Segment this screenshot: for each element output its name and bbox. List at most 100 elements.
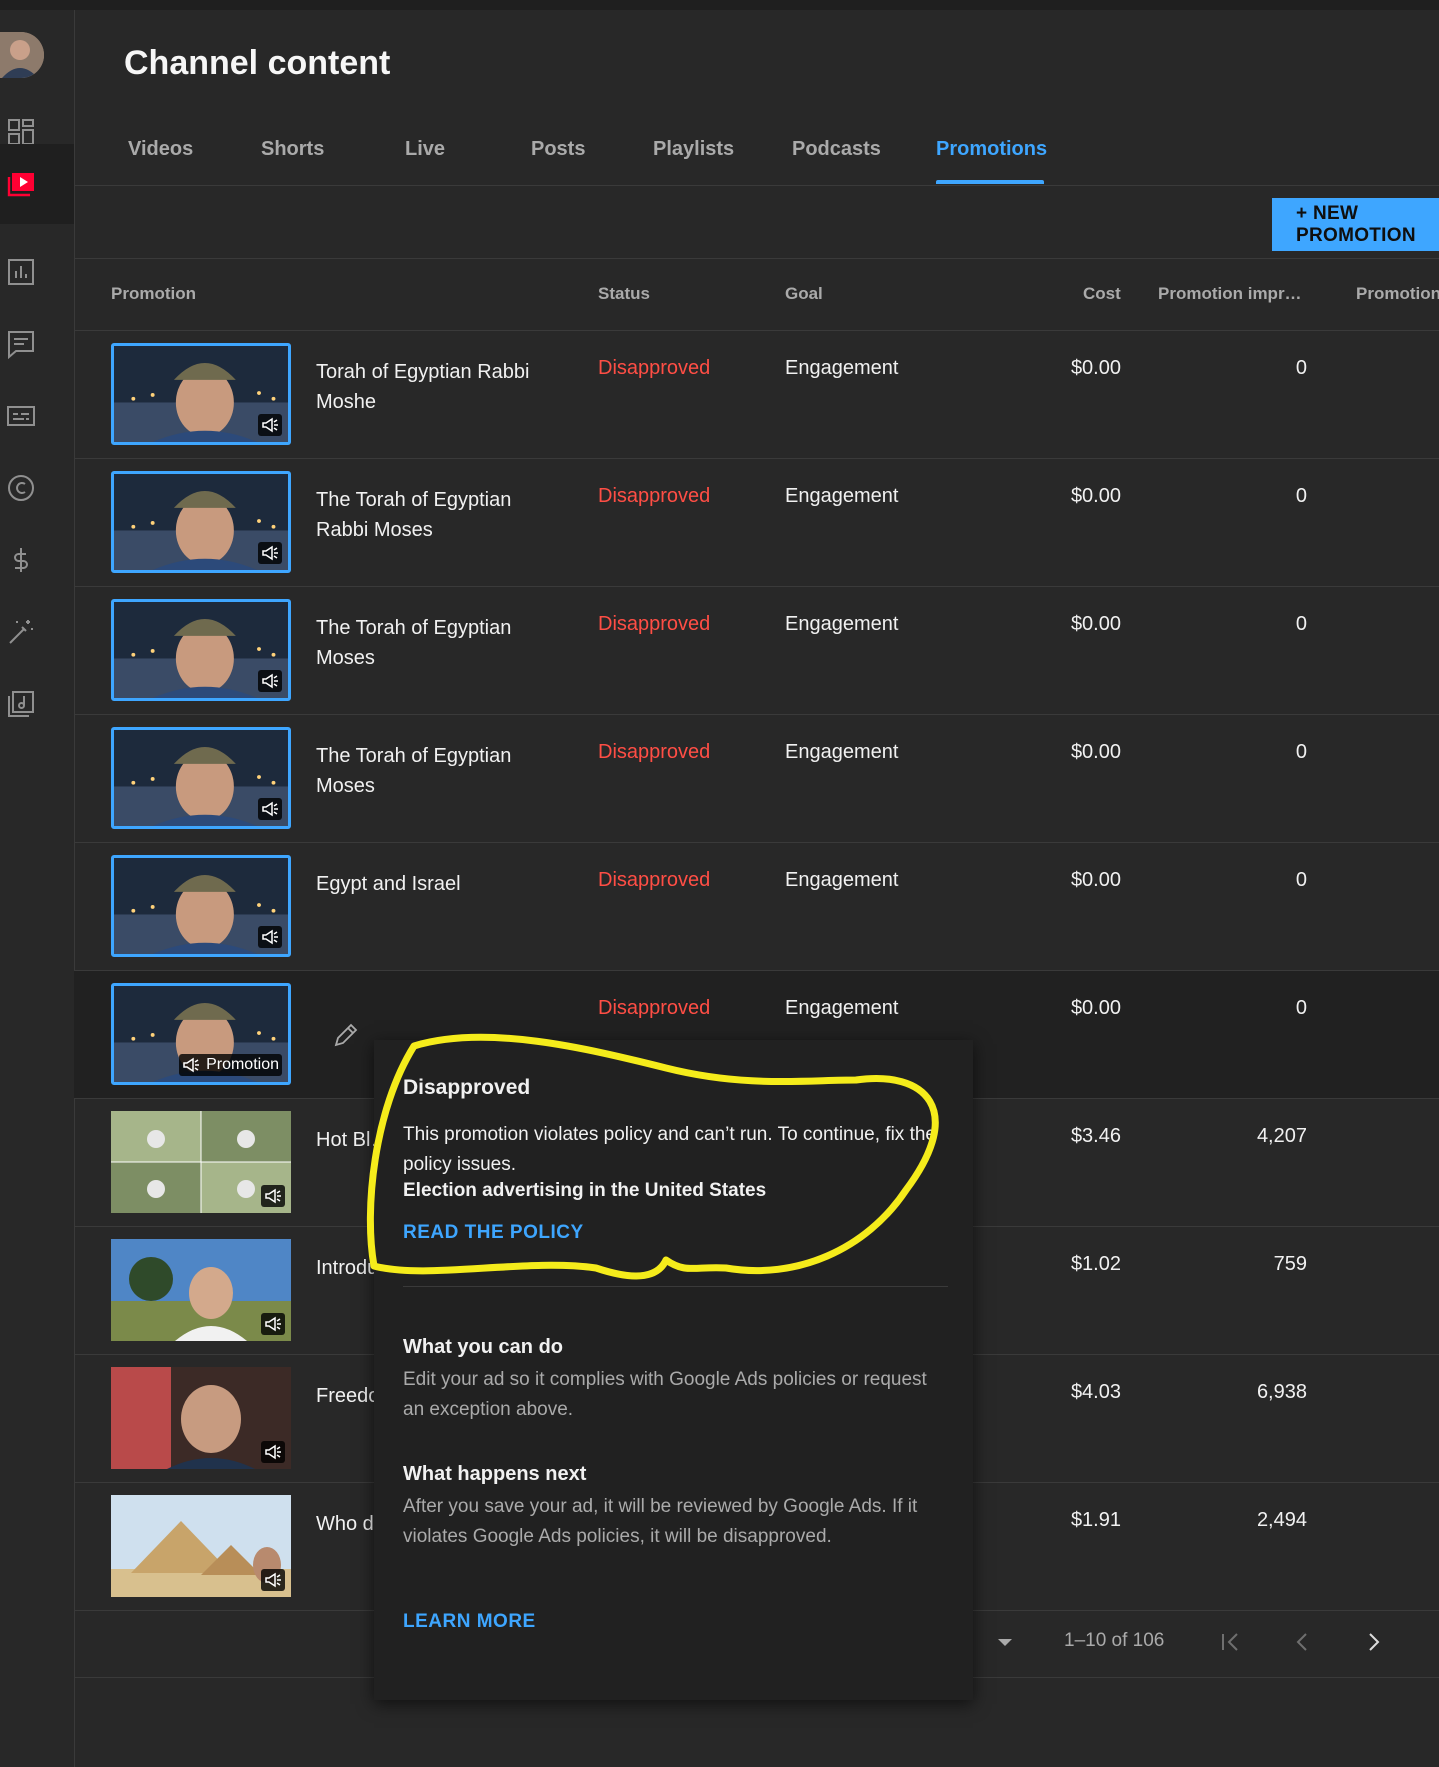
- promotion-badge: [258, 798, 282, 820]
- table-row[interactable]: Torah of Egyptian Rabbi Moshe Disapproved…: [74, 331, 1439, 459]
- status-label[interactable]: Disapproved: [598, 869, 710, 892]
- left-sidebar: [0, 10, 75, 1767]
- promotion-badge: [258, 542, 282, 564]
- promotion-badge: [258, 926, 282, 948]
- rows-per-page-dropdown-icon[interactable]: [990, 1627, 1020, 1657]
- goal-label: Engagement: [785, 741, 899, 763]
- promotion-thumbnail[interactable]: [111, 1367, 291, 1469]
- read-policy-link[interactable]: READ THE POLICY: [403, 1222, 584, 1244]
- impressions-value: 0: [1295, 741, 1307, 763]
- col-impressions[interactable]: Promotion impr…: [1158, 284, 1302, 304]
- tab-live[interactable]: Live: [405, 138, 445, 161]
- promotion-badge: Promotion: [179, 1054, 282, 1076]
- promotion-badge: [261, 1569, 285, 1591]
- cost-value: $0.00: [1070, 741, 1121, 763]
- promotion-thumbnail[interactable]: [111, 727, 291, 829]
- col-cost[interactable]: Cost: [1083, 284, 1121, 304]
- what-you-can-do-text: Edit your ad so it complies with Google …: [403, 1369, 927, 1420]
- new-promotion-button[interactable]: + NEW PROMOTION: [1272, 198, 1439, 251]
- table-header: Promotion Status Goal Cost Promotion imp…: [74, 259, 1439, 331]
- tab-videos[interactable]: Videos: [128, 138, 193, 161]
- sidebar-item-comments[interactable]: [0, 308, 74, 380]
- status-label[interactable]: Disapproved: [598, 357, 710, 380]
- promotion-title[interactable]: The Torah of Egyptian Rabbi Moses: [316, 485, 546, 545]
- table-row[interactable]: The Torah of Egyptian Moses Disapproved En…: [74, 715, 1439, 843]
- subtitles-icon: [7, 406, 35, 426]
- sidebar-item-copyright[interactable]: [0, 452, 74, 524]
- promotion-thumbnail[interactable]: [111, 599, 291, 701]
- goal-label: Engagement: [785, 869, 899, 891]
- cost-value: $0.00: [1070, 485, 1121, 507]
- tab-promotions[interactable]: Promotions: [936, 138, 1047, 161]
- col-promotion[interactable]: Promotion: [111, 284, 196, 304]
- avatar[interactable]: [0, 32, 44, 78]
- promotion-badge: [261, 1441, 285, 1463]
- promotion-megaphone-icon: [265, 1444, 281, 1460]
- promotion-thumbnail[interactable]: [111, 1239, 291, 1341]
- tab-shorts[interactable]: Shorts: [261, 138, 324, 161]
- promotion-megaphone-icon: [183, 1057, 200, 1073]
- first-page-icon[interactable]: [1215, 1627, 1245, 1657]
- promotion-megaphone-icon: [265, 1572, 281, 1588]
- impressions-value: 759: [1273, 1253, 1307, 1275]
- table-row[interactable]: The Torah of Egyptian Moses Disapproved En…: [74, 587, 1439, 715]
- impressions-value: 2,494: [1256, 1509, 1307, 1531]
- table-row[interactable]: The Torah of Egyptian Rabbi Moses Disappr…: [74, 459, 1439, 587]
- cost-value: $0.00: [1070, 357, 1121, 379]
- tab-podcasts[interactable]: Podcasts: [792, 138, 881, 161]
- cost-value: $1.91: [1070, 1509, 1121, 1531]
- promotion-badge: [261, 1313, 285, 1335]
- col-status[interactable]: Status: [598, 284, 650, 304]
- table-row[interactable]: Egypt and Israel Disapproved Engagement $0.…: [74, 843, 1439, 971]
- what-you-can-do-title: What you can do: [403, 1336, 563, 1358]
- status-label[interactable]: Disapproved: [598, 997, 710, 1020]
- promotion-thumbnail[interactable]: [111, 343, 291, 445]
- top-strip: [0, 0, 1439, 10]
- earn-icon: [14, 548, 28, 572]
- promotion-badge-label: Promotion: [206, 1056, 279, 1073]
- promotion-title[interactable]: The Torah of Egyptian Moses: [316, 741, 546, 801]
- popover-heading: Disapproved: [403, 1076, 531, 1099]
- sidebar-item-earn[interactable]: [0, 524, 74, 596]
- impressions-value: 6,938: [1256, 1381, 1307, 1403]
- content-tabs: Videos Shorts Live Posts Playlists Podca…: [74, 108, 1439, 186]
- pagination-range: 1–10 of 106: [1064, 1630, 1165, 1651]
- promotion-title[interactable]: Torah of Egyptian Rabbi Moshe: [316, 357, 546, 417]
- promotion-megaphone-icon: [262, 801, 278, 817]
- status-label[interactable]: Disapproved: [598, 485, 710, 508]
- promotion-megaphone-icon: [262, 673, 278, 689]
- what-happens-next-text: After you save your ad, it will be revie…: [403, 1496, 918, 1547]
- col-goal[interactable]: Goal: [785, 284, 823, 304]
- sidebar-item-analytics[interactable]: [0, 236, 74, 308]
- sidebar-item-content[interactable]: [0, 144, 74, 224]
- tab-playlists[interactable]: Playlists: [653, 138, 734, 161]
- promotion-megaphone-icon: [265, 1188, 281, 1204]
- previous-page-icon[interactable]: [1287, 1627, 1317, 1657]
- status-label[interactable]: Disapproved: [598, 741, 710, 764]
- promotion-thumbnail[interactable]: [111, 1495, 291, 1597]
- learn-more-link[interactable]: LEARN MORE: [403, 1611, 536, 1633]
- next-page-icon[interactable]: [1359, 1627, 1389, 1657]
- impressions-value: 0: [1295, 869, 1307, 891]
- promotion-thumbnail[interactable]: [111, 471, 291, 573]
- what-happens-next-title: What happens next: [403, 1463, 587, 1485]
- sidebar-item-subtitles[interactable]: [0, 380, 74, 452]
- sidebar-item-audio-library[interactable]: [0, 668, 74, 740]
- promotion-thumbnail[interactable]: [111, 1111, 291, 1213]
- col-more[interactable]: Promotion: [1356, 284, 1439, 304]
- toolbar: [74, 186, 1439, 259]
- active-tab-indicator: [936, 180, 1044, 184]
- cost-value: $4.03: [1070, 1381, 1121, 1403]
- edit-pencil-icon[interactable]: [330, 1019, 362, 1051]
- promotion-thumbnail[interactable]: [111, 855, 291, 957]
- promotion-title[interactable]: Egypt and Israel: [316, 869, 546, 899]
- promotion-thumbnail[interactable]: Promotion: [111, 983, 291, 1085]
- disapproval-popover: Disapproved This promotion violates poli…: [374, 1040, 973, 1700]
- promotion-title[interactable]: The Torah of Egyptian Moses: [316, 613, 546, 673]
- impressions-value: 0: [1295, 613, 1307, 635]
- cost-value: $1.02: [1070, 1253, 1121, 1275]
- tab-posts[interactable]: Posts: [531, 138, 585, 161]
- impressions-value: 0: [1295, 485, 1307, 507]
- sidebar-item-customization[interactable]: [0, 596, 74, 668]
- status-label[interactable]: Disapproved: [598, 613, 710, 636]
